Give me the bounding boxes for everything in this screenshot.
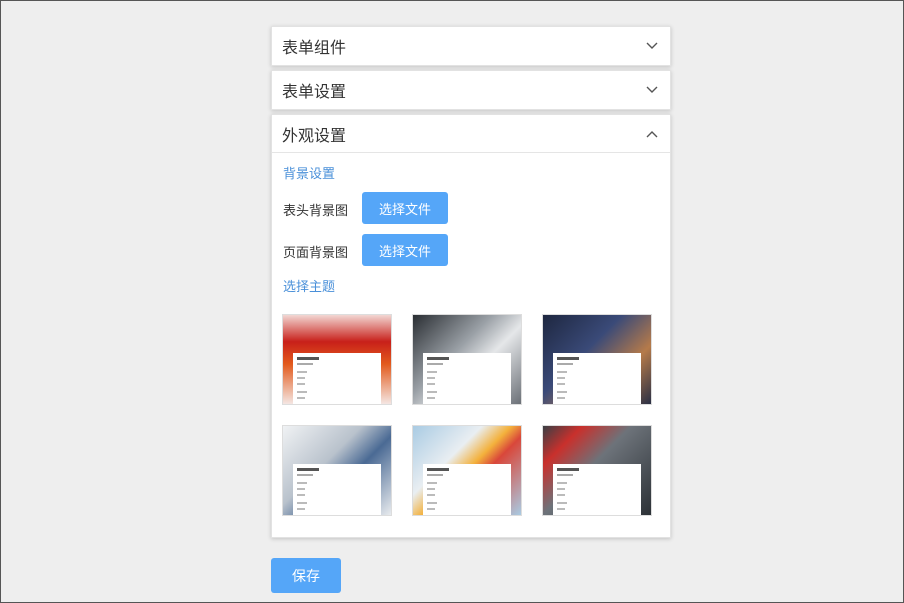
theme-thumbnail-red-celebration[interactable]	[282, 314, 392, 405]
theme-thumbnail-business-meeting[interactable]	[412, 314, 522, 405]
panel-form-settings: 表单设置	[271, 70, 671, 110]
theme-thumbnail-card-payment[interactable]	[542, 314, 652, 405]
chevron-down-icon	[646, 42, 658, 50]
chevron-down-icon	[646, 86, 658, 94]
page-background-label: 页面背景图	[283, 246, 349, 261]
panel-title: 表单组件	[282, 38, 347, 57]
page-background-choose-file-button[interactable]: 选择文件	[362, 234, 448, 266]
panel-header-appearance-settings[interactable]: 外观设置	[272, 115, 670, 153]
panel-appearance-settings: 外观设置 背景设置 表头背景图 选择文件 页面背景图 选择文件 选择主题	[271, 114, 671, 538]
background-settings-link[interactable]: 背景设置	[283, 163, 335, 182]
choose-theme-link[interactable]: 选择主题	[283, 276, 335, 295]
save-button[interactable]: 保存	[271, 558, 341, 593]
panel-form-components: 表单组件	[271, 26, 671, 66]
chevron-up-icon	[646, 130, 658, 138]
theme-thumbnail-construction-workers[interactable]	[542, 425, 652, 516]
panel-header-form-settings[interactable]: 表单设置	[272, 71, 670, 109]
panel-title: 外观设置	[282, 125, 347, 145]
theme-thumbnail-office-documents[interactable]	[282, 425, 392, 516]
theme-thumbnail-colored-pencils[interactable]	[412, 425, 522, 516]
header-background-choose-file-button[interactable]: 选择文件	[362, 192, 448, 224]
header-background-label: 表头背景图	[283, 204, 349, 219]
panel-header-form-components[interactable]: 表单组件	[272, 27, 670, 65]
panel-title: 表单设置	[282, 82, 347, 101]
